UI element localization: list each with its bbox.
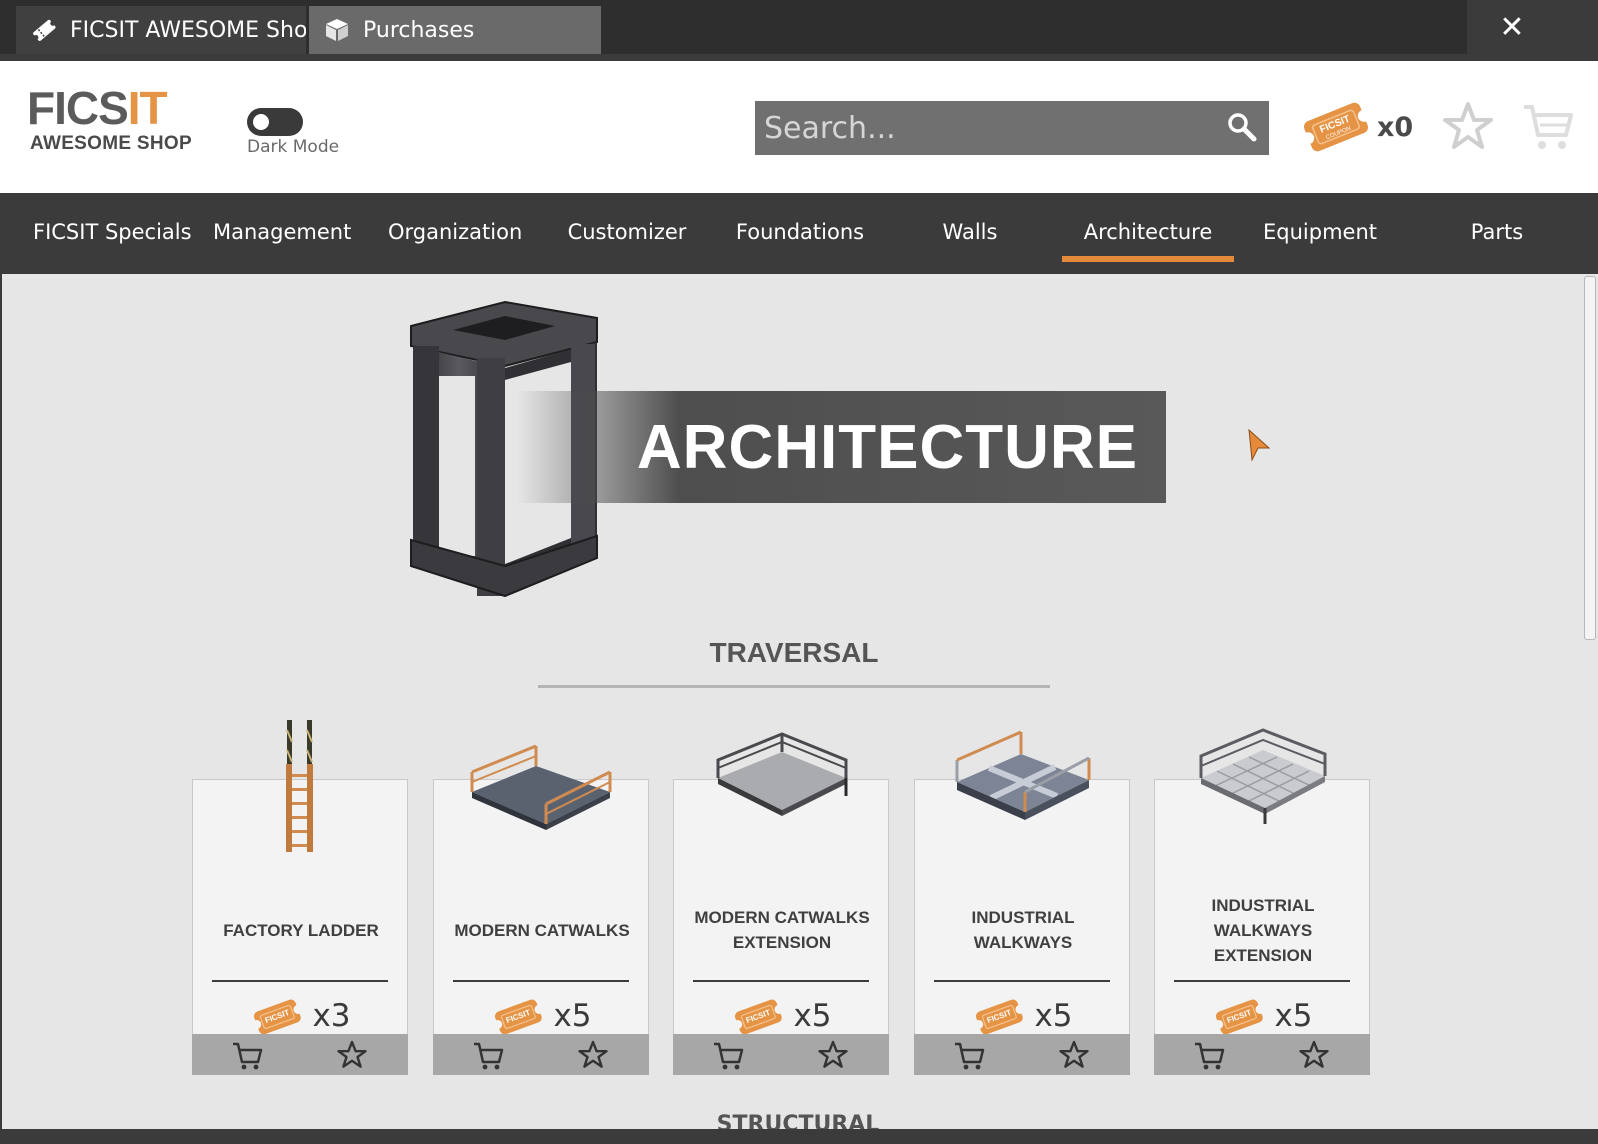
coupon-tag-icon: [33, 19, 56, 41]
favorite-star-icon[interactable]: [1057, 1038, 1091, 1072]
walkway-extension-icon: [1199, 728, 1327, 824]
toggle-knob: [253, 114, 269, 130]
price-value: x3: [312, 998, 351, 1034]
package-icon: [326, 19, 348, 41]
walkway-icon: [955, 730, 1091, 820]
product-card-industrial-walkways[interactable]: INDUSTRIAL WALKWAYS FICSIT x5: [914, 730, 1131, 1075]
product-name: INDUSTRIAL WALKWAYS EXTENSION: [1211, 895, 1315, 965]
banner-title: ARCHITECTURE: [636, 412, 1138, 482]
favorite-star-icon[interactable]: [576, 1038, 610, 1072]
price-value: x5: [1034, 998, 1073, 1034]
coupon-balance: FICSIT COUPON x0: [1301, 95, 1423, 159]
logo-subtitle: AWESOME SHOP: [30, 133, 192, 154]
favorites-star-icon[interactable]: [1440, 99, 1496, 155]
price-value: x5: [793, 998, 832, 1034]
add-to-cart-icon[interactable]: [230, 1038, 264, 1072]
product-card-modern-catwalks[interactable]: MODERN CATWALKS FICSIT x5: [433, 744, 650, 1075]
coupon-icon: FICSIT: [733, 999, 784, 1035]
favorite-star-icon[interactable]: [1297, 1038, 1331, 1072]
product-card-factory-ladder[interactable]: FACTORY LADDER FICSIT x3: [192, 720, 409, 1075]
add-to-cart-icon[interactable]: [952, 1038, 986, 1072]
nav-foundations[interactable]: Foundations: [730, 193, 870, 274]
nav-management[interactable]: Management: [213, 193, 351, 274]
category-banner: ARCHITECTURE: [517, 391, 1166, 503]
product-actions: [192, 1034, 408, 1075]
coupon-icon: FICSIT: [974, 999, 1025, 1035]
section-title: TRAVERSAL: [709, 637, 879, 668]
product-actions: [914, 1034, 1130, 1075]
product-price: FICSIT x5: [915, 995, 1131, 1037]
price-value: x5: [553, 998, 592, 1034]
coupon-icon: FICSIT: [493, 999, 544, 1035]
product-divider: [453, 980, 629, 982]
coupon-icon: FICSIT COUPON: [1302, 102, 1370, 152]
product-price: FICSIT x5: [1155, 995, 1371, 1037]
product-divider: [934, 980, 1110, 982]
nav-ficsit-specials[interactable]: FICSIT Specials: [33, 193, 192, 274]
product-name: MODERN CATWALKS EXTENSION: [694, 908, 870, 952]
next-section-title: STRUCTURAL: [716, 1112, 880, 1129]
cart-icon[interactable]: [1520, 99, 1576, 155]
favorite-star-icon[interactable]: [335, 1038, 369, 1072]
product-name: MODERN CATWALKS: [454, 920, 630, 940]
product-divider: [1174, 980, 1350, 982]
nav-organization[interactable]: Organization: [388, 193, 522, 274]
product-card-modern-catwalks-extension[interactable]: MODERN CATWALKS EXTENSION FICSIT x5: [673, 732, 890, 1075]
ladder-icon: [286, 720, 313, 852]
product-price: FICSIT x5: [434, 995, 650, 1037]
tab-label: FICSIT AWESOME Shop: [70, 17, 306, 43]
favorite-star-icon[interactable]: [816, 1038, 850, 1072]
catwalk-icon: [470, 744, 612, 830]
product-divider: [212, 980, 388, 982]
dark-mode-toggle[interactable]: [247, 108, 303, 136]
bottom-bar: [0, 1129, 1598, 1144]
add-to-cart-icon[interactable]: [711, 1038, 745, 1072]
product-name: FACTORY LADDER: [223, 920, 379, 940]
product-card-industrial-walkways-extension[interactable]: INDUSTRIAL WALKWAYS EXTENSION FICSIT x5: [1154, 728, 1371, 1075]
search-input[interactable]: [755, 101, 1223, 155]
nav-walls[interactable]: Walls: [930, 193, 1010, 274]
nav-customizer[interactable]: Customizer: [565, 193, 689, 274]
tab-purchases[interactable]: Purchases: [309, 6, 601, 54]
nav-parts[interactable]: Parts: [1462, 193, 1532, 274]
nav-equipment[interactable]: Equipment: [1262, 193, 1378, 274]
dark-mode-label: Dark Mode: [247, 137, 340, 157]
tab-strip: FICSIT AWESOME Shop Purchases: [0, 0, 1467, 54]
coupon-icon: FICSIT: [252, 999, 303, 1035]
category-nav: FICSIT Specials Management Organization …: [0, 193, 1598, 274]
ficsit-logo: FICSIT AWESOME SHOP: [27, 85, 207, 165]
shop-header: FICSIT AWESOME SHOP Dark Mode FICSIT COU…: [0, 61, 1598, 193]
close-button[interactable]: ✕: [1492, 8, 1532, 48]
tab-label: Purchases: [363, 17, 475, 43]
catwalk-extension-icon: [716, 732, 848, 816]
coupon-icon: FICSIT: [1214, 999, 1265, 1035]
product-actions: [1154, 1034, 1370, 1075]
section-divider: [538, 685, 1050, 688]
product-actions: [433, 1034, 649, 1075]
tab-awesome-shop[interactable]: FICSIT AWESOME Shop: [16, 6, 306, 54]
scrollbar-thumb[interactable]: [1584, 276, 1596, 640]
add-to-cart-icon[interactable]: [471, 1038, 505, 1072]
product-price: FICSIT x3: [193, 995, 409, 1037]
add-to-cart-icon[interactable]: [1192, 1038, 1226, 1072]
product-divider: [693, 980, 869, 982]
product-actions: [673, 1034, 889, 1075]
search-icon[interactable]: [1223, 109, 1261, 147]
product-name: INDUSTRIAL WALKWAYS: [971, 908, 1075, 952]
logo-wordmark: FICSIT: [27, 82, 168, 134]
title-bar: FICSIT AWESOME Shop Purchases ✕: [0, 0, 1598, 61]
mouse-cursor-icon: [1248, 428, 1271, 462]
search-bar: [755, 101, 1269, 155]
product-price: FICSIT x5: [674, 995, 890, 1037]
coupon-count-value: x0: [1377, 111, 1414, 143]
nav-architecture[interactable]: Architecture: [1062, 193, 1234, 274]
price-value: x5: [1274, 998, 1313, 1034]
shop-content: ARCHITECTURE TRAVERSAL FACTORY LADDER FI…: [2, 274, 1598, 1129]
